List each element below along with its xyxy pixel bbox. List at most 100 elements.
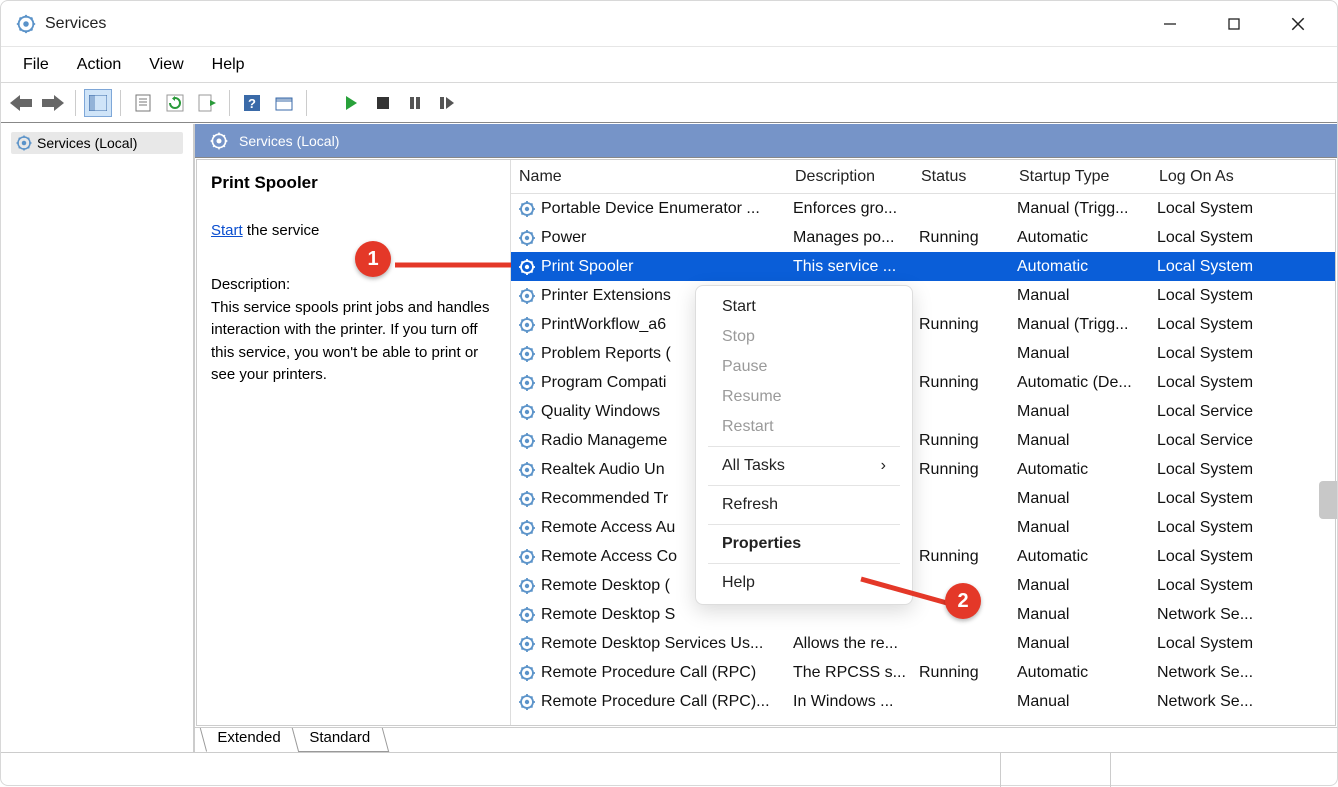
- col-startup-type[interactable]: Startup Type: [1011, 162, 1151, 192]
- service-row[interactable]: Remote Desktop Services Us...Allows the …: [511, 629, 1335, 658]
- restart-icon: [439, 96, 455, 110]
- context-menu-properties[interactable]: Properties: [696, 529, 912, 559]
- gear-icon: [517, 576, 537, 596]
- gear-icon: [517, 547, 537, 567]
- maximize-icon: [1227, 17, 1241, 31]
- description-text: This service spools print jobs and handl…: [211, 297, 496, 387]
- start-service-link[interactable]: Start: [211, 222, 243, 239]
- menu-view[interactable]: View: [135, 50, 197, 80]
- properties-button[interactable]: [129, 89, 157, 117]
- tab-standard[interactable]: Standard: [292, 728, 389, 752]
- service-logon: Local System: [1151, 577, 1291, 595]
- tree-item-services-local[interactable]: Services (Local): [11, 132, 183, 154]
- tree-item-label: Services (Local): [37, 135, 137, 151]
- context-menu-restart: Restart: [696, 412, 912, 442]
- context-menu-all-tasks[interactable]: All Tasks›: [696, 451, 912, 481]
- service-logon: Local Service: [1151, 403, 1291, 421]
- col-log-on-as[interactable]: Log On As: [1151, 162, 1291, 192]
- gear-icon: [517, 518, 537, 538]
- context-menu-start[interactable]: Start: [696, 292, 912, 322]
- back-button[interactable]: [7, 89, 35, 117]
- restart-service-button[interactable]: [433, 89, 461, 117]
- service-row[interactable]: Realtek Audio UnRunningAutomaticLocal Sy…: [511, 455, 1335, 484]
- service-name: Remote Desktop S: [541, 606, 675, 624]
- start-service-line: Start the service: [211, 220, 496, 243]
- pause-icon: [408, 96, 422, 110]
- service-status: Running: [913, 548, 1011, 566]
- service-startup-type: Manual: [1011, 287, 1151, 305]
- service-description: Allows the re...: [787, 635, 913, 653]
- minimize-button[interactable]: [1147, 4, 1193, 44]
- refresh-button[interactable]: [161, 89, 189, 117]
- menu-action[interactable]: Action: [63, 50, 135, 80]
- forward-button[interactable]: [39, 89, 67, 117]
- service-status: Running: [913, 316, 1011, 334]
- service-startup-type: Manual (Trigg...: [1011, 200, 1151, 218]
- export-list-button[interactable]: [193, 89, 221, 117]
- service-name: Remote Procedure Call (RPC): [541, 664, 756, 682]
- service-startup-type: Manual: [1011, 490, 1151, 508]
- service-row[interactable]: Print SpoolerThis service ...AutomaticLo…: [511, 252, 1335, 281]
- service-row[interactable]: Radio ManagemeRunningManualLocal Service: [511, 426, 1335, 455]
- gear-icon: [15, 134, 33, 152]
- service-row[interactable]: Remote Procedure Call (RPC)The RPCSS s..…: [511, 658, 1335, 687]
- description-label: Description:: [211, 274, 496, 297]
- help-icon: ?: [243, 94, 261, 112]
- pause-service-button[interactable]: [401, 89, 429, 117]
- menu-help[interactable]: Help: [198, 50, 259, 80]
- service-name: Problem Reports (: [541, 345, 671, 363]
- menu-file[interactable]: File: [9, 50, 63, 80]
- service-startup-type: Automatic: [1011, 258, 1151, 276]
- service-startup-type: Manual: [1011, 693, 1151, 711]
- service-row[interactable]: Printer ExtensionsManualLocal System: [511, 281, 1335, 310]
- service-startup-type: Manual: [1011, 403, 1151, 421]
- col-description[interactable]: Description: [787, 162, 913, 192]
- tree-panel: Services (Local): [1, 124, 195, 752]
- context-menu-resume: Resume: [696, 382, 912, 412]
- service-startup-type: Automatic: [1011, 461, 1151, 479]
- gear-icon: [209, 131, 229, 151]
- scroll-handle[interactable]: [1319, 481, 1337, 519]
- service-row[interactable]: PowerManages po...RunningAutomaticLocal …: [511, 223, 1335, 252]
- service-logon: Local System: [1151, 229, 1291, 247]
- service-name: Program Compati: [541, 374, 666, 392]
- minimize-icon: [1163, 17, 1177, 31]
- service-row[interactable]: Portable Device Enumerator ...Enforces g…: [511, 194, 1335, 223]
- service-name: Remote Desktop (: [541, 577, 670, 595]
- service-row[interactable]: Quality WindowsManualLocal Service: [511, 397, 1335, 426]
- view-options-button[interactable]: [270, 89, 298, 117]
- maximize-button[interactable]: [1211, 4, 1257, 44]
- service-list: Name Description Status Startup Type Log…: [511, 160, 1335, 725]
- service-startup-type: Manual: [1011, 432, 1151, 450]
- gear-icon: [517, 344, 537, 364]
- service-row[interactable]: Remote Access CoRunningAutomaticLocal Sy…: [511, 542, 1335, 571]
- col-name[interactable]: Name: [511, 162, 787, 192]
- service-name: Recommended Tr: [541, 490, 668, 508]
- service-name: Print Spooler: [541, 258, 634, 276]
- service-logon: Local System: [1151, 548, 1291, 566]
- gear-icon: [517, 373, 537, 393]
- context-menu-refresh[interactable]: Refresh: [696, 490, 912, 520]
- service-row[interactable]: Problem Reports (ManualLocal System: [511, 339, 1335, 368]
- service-row[interactable]: Remote Procedure Call (RPC)...In Windows…: [511, 687, 1335, 716]
- help-button[interactable]: ?: [238, 89, 266, 117]
- service-status: Running: [913, 229, 1011, 247]
- start-service-button[interactable]: [337, 89, 365, 117]
- annotation-1: 1: [355, 241, 391, 277]
- show-hide-tree-button[interactable]: [84, 89, 112, 117]
- close-icon: [1290, 16, 1306, 32]
- stop-service-button[interactable]: [369, 89, 397, 117]
- service-row[interactable]: Program CompatiRunningAutomatic (De...Lo…: [511, 368, 1335, 397]
- service-row[interactable]: Remote Access AuManualLocal System: [511, 513, 1335, 542]
- view-icon: [275, 95, 293, 111]
- service-logon: Network Se...: [1151, 693, 1291, 711]
- service-name: Remote Access Co: [541, 548, 677, 566]
- tab-extended[interactable]: Extended: [200, 728, 300, 752]
- service-status: Running: [913, 374, 1011, 392]
- service-name: Remote Procedure Call (RPC)...: [541, 693, 770, 711]
- close-button[interactable]: [1275, 4, 1321, 44]
- col-status[interactable]: Status: [913, 162, 1011, 192]
- service-row[interactable]: PrintWorkflow_a6RunningManual (Trigg...L…: [511, 310, 1335, 339]
- service-row[interactable]: Recommended TrManualLocal System: [511, 484, 1335, 513]
- gear-icon: [517, 431, 537, 451]
